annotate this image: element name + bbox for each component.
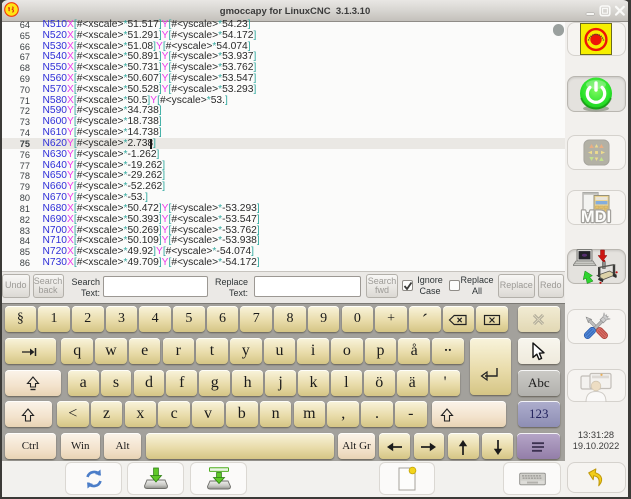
svg-text:MDI: MDI xyxy=(581,208,611,225)
